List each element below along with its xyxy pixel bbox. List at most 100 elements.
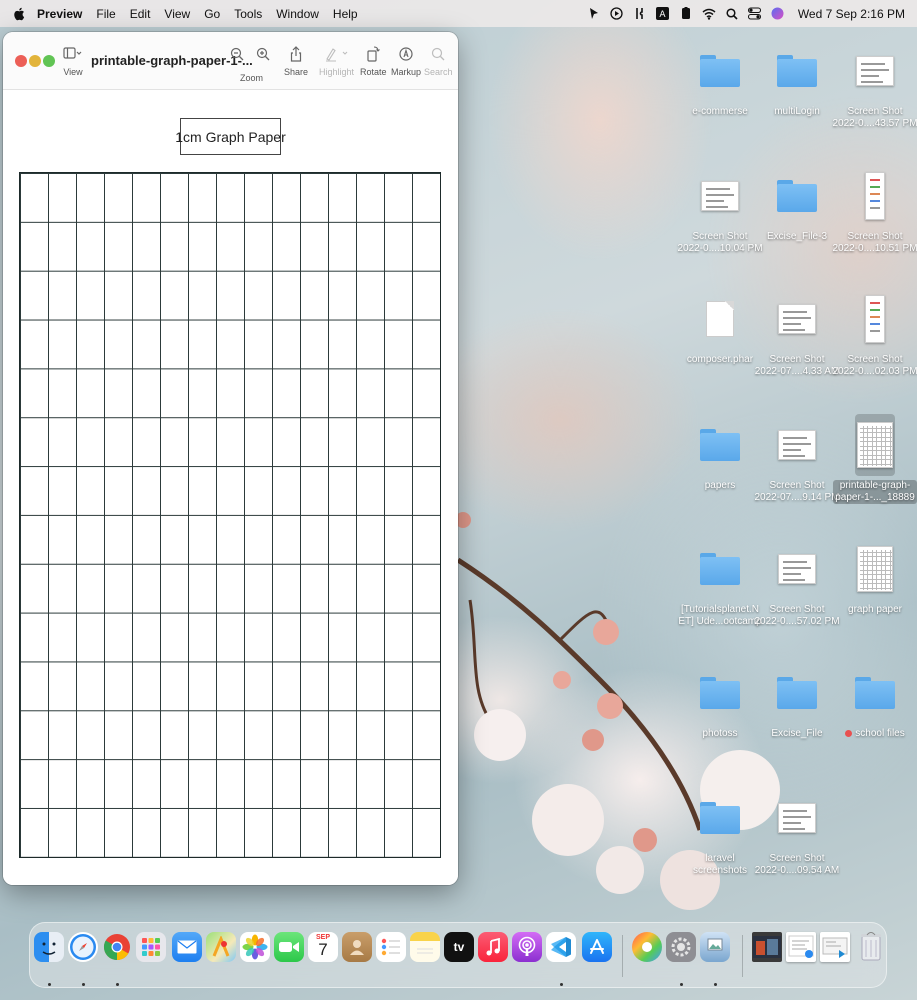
desktop-item[interactable]: photoss	[680, 662, 760, 740]
screenshot-thumbnail-icon	[701, 181, 739, 211]
finder-icon[interactable]	[34, 932, 64, 962]
pen-tool-icon[interactable]	[587, 7, 601, 21]
desktop-item[interactable]: graph paper	[835, 538, 915, 616]
reminders-icon[interactable]	[376, 932, 406, 962]
zoom-label: Zoom	[240, 73, 264, 83]
desktop-item-label: composer.phar	[686, 354, 754, 365]
desktop-item-label: Screen Shot 2022-0....02.03 PM	[832, 354, 917, 377]
vscode-icon[interactable]	[546, 932, 576, 962]
apple-menu-icon[interactable]	[13, 7, 25, 21]
desktop-item[interactable]: Screen Shot 2022-0....43.57 PM	[832, 40, 917, 130]
view-menu-button[interactable]: View	[63, 46, 83, 77]
desktop-item[interactable]: Excise_File-3	[757, 165, 837, 243]
desktop-item[interactable]: e-commerse	[680, 40, 760, 118]
menu-help[interactable]: Help	[333, 7, 358, 21]
document-title: printable-graph-paper-1-...	[91, 53, 253, 68]
screenshot-thumbnail-icon	[856, 56, 894, 86]
tools-icon[interactable]	[633, 7, 647, 21]
zoom-in-icon[interactable]	[256, 46, 270, 62]
graph-paper-thumbnail-icon	[857, 422, 893, 468]
desktop-item[interactable]: laravel screenshots	[680, 787, 760, 877]
menu-tools[interactable]: Tools	[234, 7, 262, 21]
chrome-apps-icon[interactable]	[632, 932, 662, 962]
contacts-icon[interactable]	[342, 932, 372, 962]
menubar-clock[interactable]: Wed 7 Sep 2:16 PM	[798, 7, 905, 21]
fullscreen-window-button[interactable]	[43, 55, 55, 67]
desktop-item-label: papers	[704, 480, 736, 491]
desktop-item-label: Screen Shot 2022-0....10.51 PM	[832, 231, 917, 254]
system-preferences-icon[interactable]	[666, 932, 696, 962]
siri-icon[interactable]	[771, 7, 785, 21]
battery-icon[interactable]	[679, 7, 693, 21]
safari-icon[interactable]	[68, 932, 98, 962]
search-button[interactable]: Search	[424, 46, 453, 77]
minimize-window-button[interactable]	[29, 55, 41, 67]
desktop-item[interactable]: Screen Shot 2022-07....9.14 PM	[754, 414, 840, 504]
folder-icon	[700, 677, 740, 709]
spotlight-search-icon[interactable]	[725, 7, 739, 21]
folder-icon	[777, 180, 817, 212]
desktop-item[interactable]: Screen Shot 2022-0....10.04 PM	[677, 165, 763, 255]
highlight-button[interactable]: Highlight	[319, 46, 354, 77]
apple-tv-icon[interactable]: tv	[444, 932, 474, 962]
desktop-item[interactable]: printable-graph-paper-1-..._18889	[833, 414, 917, 504]
desktop-item[interactable]: papers	[680, 414, 760, 492]
menu-window[interactable]: Window	[276, 7, 319, 21]
desktop-item[interactable]: Screen Shot 2022-0....09.54 AM	[755, 787, 839, 877]
desktop-item-label: printable-graph-paper-1-..._18889	[833, 480, 917, 504]
screenshot-thumbnail-icon	[865, 295, 885, 343]
dock-separator	[622, 935, 623, 977]
mail-icon[interactable]	[172, 932, 202, 962]
dock: SEP 7 tv	[29, 922, 887, 988]
music-icon[interactable]	[478, 932, 508, 962]
document-view[interactable]: 1cm Graph Paper	[3, 90, 458, 885]
folder-icon	[777, 55, 817, 87]
desktop-item[interactable]: Screen Shot 2022-0....10.51 PM	[832, 165, 917, 255]
menu-edit[interactable]: Edit	[130, 7, 151, 21]
menu-app-name[interactable]: Preview	[37, 7, 82, 21]
desktop-item[interactable]: Excise_File	[757, 662, 837, 740]
notes-icon[interactable]	[410, 932, 440, 962]
desktop-item-label: Screen Shot 2022-07....4.33 AM	[754, 354, 840, 377]
desktop-item[interactable]: Screen Shot 2022-0....57.02 PM	[754, 538, 840, 628]
podcasts-icon[interactable]	[512, 932, 542, 962]
calendar-day: 7	[318, 940, 328, 959]
share-label: Share	[284, 67, 309, 77]
calendar-icon[interactable]: SEP 7	[308, 932, 338, 962]
folder-icon	[700, 802, 740, 834]
documents-stack-icon[interactable]	[786, 932, 816, 962]
screenshots-stack-icon[interactable]	[820, 932, 850, 962]
app-store-icon[interactable]	[582, 932, 612, 962]
desktop-item-label: Excise_File-3	[766, 231, 828, 242]
menu-bar: Preview File Edit View Go Tools Window H…	[0, 0, 917, 27]
facetime-icon[interactable]	[274, 932, 304, 962]
markup-button[interactable]: Markup	[391, 46, 421, 77]
menu-go[interactable]: Go	[204, 7, 220, 21]
trash-icon[interactable]	[856, 932, 886, 962]
maps-icon[interactable]	[206, 932, 236, 962]
close-window-button[interactable]	[15, 55, 27, 67]
photos-icon[interactable]	[240, 932, 270, 962]
screenshot-thumbnail-icon	[778, 304, 816, 334]
control-center-icon[interactable]	[748, 7, 762, 21]
desktop-item[interactable]: composer.phar	[680, 288, 760, 366]
desktop-item[interactable]: Screen Shot 2022-0....02.03 PM	[832, 288, 917, 378]
share-icon	[290, 46, 302, 62]
desktop-item[interactable]: [Tutorialsplanet.N ET] Ude...ootcamp	[678, 538, 762, 628]
wifi-icon[interactable]	[702, 7, 716, 21]
desktop-item-label: school files	[845, 728, 905, 740]
play-icon[interactable]	[610, 7, 624, 21]
menu-file[interactable]: File	[96, 7, 115, 21]
desktop-item[interactable]: multiLogin	[757, 40, 837, 118]
rotate-button[interactable]: Rotate	[360, 46, 387, 77]
chrome-icon[interactable]	[102, 932, 132, 962]
menu-view[interactable]: View	[164, 7, 190, 21]
share-button[interactable]: Share	[284, 46, 308, 77]
zoom-out-icon[interactable]	[230, 46, 244, 62]
launchpad-icon[interactable]	[136, 932, 166, 962]
downloads-stack-icon[interactable]	[752, 932, 782, 962]
desktop-item[interactable]: school files	[835, 662, 915, 740]
desktop-item[interactable]: Screen Shot 2022-07....4.33 AM	[754, 288, 840, 378]
preview-app-icon[interactable]	[700, 932, 730, 962]
input-source-icon[interactable]: A	[656, 7, 670, 21]
